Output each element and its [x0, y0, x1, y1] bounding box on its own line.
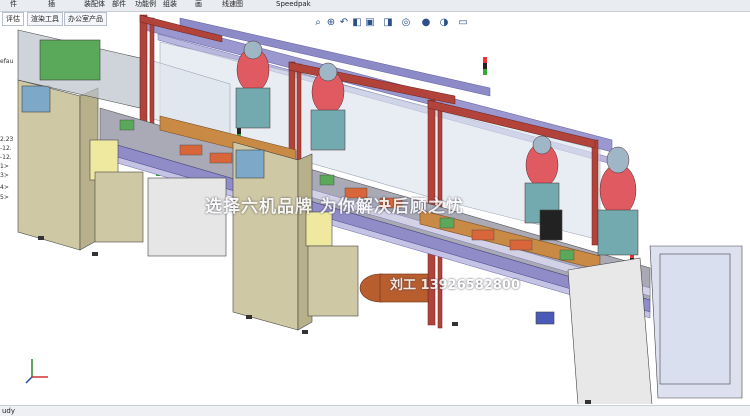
toolbar-item[interactable]: 部件 [112, 0, 126, 9]
reference-triad [22, 355, 52, 385]
toolbar-item[interactable]: Speedpak [276, 0, 311, 9]
tree-item[interactable]: -12. [0, 145, 12, 152]
toolbar-item[interactable]: 功能例 [135, 0, 156, 9]
zoom-fit-icon[interactable]: ⌕ [312, 17, 324, 29]
toolbar-item[interactable]: 组装 [163, 0, 177, 9]
tree-item[interactable]: -12. [0, 154, 12, 161]
display-style-icon[interactable]: ◨ [382, 17, 394, 29]
view-settings-icon[interactable]: ▭ [457, 17, 469, 29]
tree-item[interactable]: efau [0, 58, 13, 65]
watermark-line-2: 刘工 13926582800 [390, 278, 521, 293]
tree-item[interactable]: 3> [0, 172, 9, 179]
tree-item[interactable]: 2.23 [0, 136, 13, 143]
command-manager-bar: 件 插 装配体 部件 功能例 组装 画 线速图 Speedpak [0, 0, 750, 12]
tree-item[interactable]: 1> [0, 163, 9, 170]
toolbar-item[interactable]: 插 [48, 0, 55, 9]
feature-tree: efau 2.23 -12. -12. 1> 3> 4> 5> [0, 28, 15, 218]
view-orientation-icon[interactable]: ▣ [364, 17, 376, 29]
tree-item[interactable]: 4> [0, 184, 9, 191]
toolbar-item[interactable]: 装配体 [84, 0, 105, 9]
toolbar-item[interactable]: 线速图 [222, 0, 243, 9]
toolbar-item[interactable]: 件 [10, 0, 17, 9]
electrical-cabinet-right [535, 209, 743, 406]
tree-item[interactable]: 5> [0, 194, 9, 201]
toolbar-item[interactable]: 画 [195, 0, 202, 9]
zoom-area-icon[interactable]: ⊕ [325, 17, 337, 29]
previous-view-icon[interactable]: ↶ [338, 17, 350, 29]
hide-show-icon[interactable]: ◎ [400, 17, 412, 29]
edit-appearance-icon[interactable]: ● [420, 17, 432, 29]
z-axis-icon [25, 376, 33, 384]
watermark-line-1: 选择六机品牌 为你解决后顾之忧 [205, 197, 464, 217]
heads-up-view-toolbar: ⌕ ⊕ ↶ ◧ ▣ ◨ ◎ ● ◑ ▭ [312, 15, 487, 31]
status-bar: udy [0, 405, 750, 416]
section-view-icon[interactable]: ◧ [351, 17, 363, 29]
scene-icon[interactable]: ◑ [438, 17, 450, 29]
